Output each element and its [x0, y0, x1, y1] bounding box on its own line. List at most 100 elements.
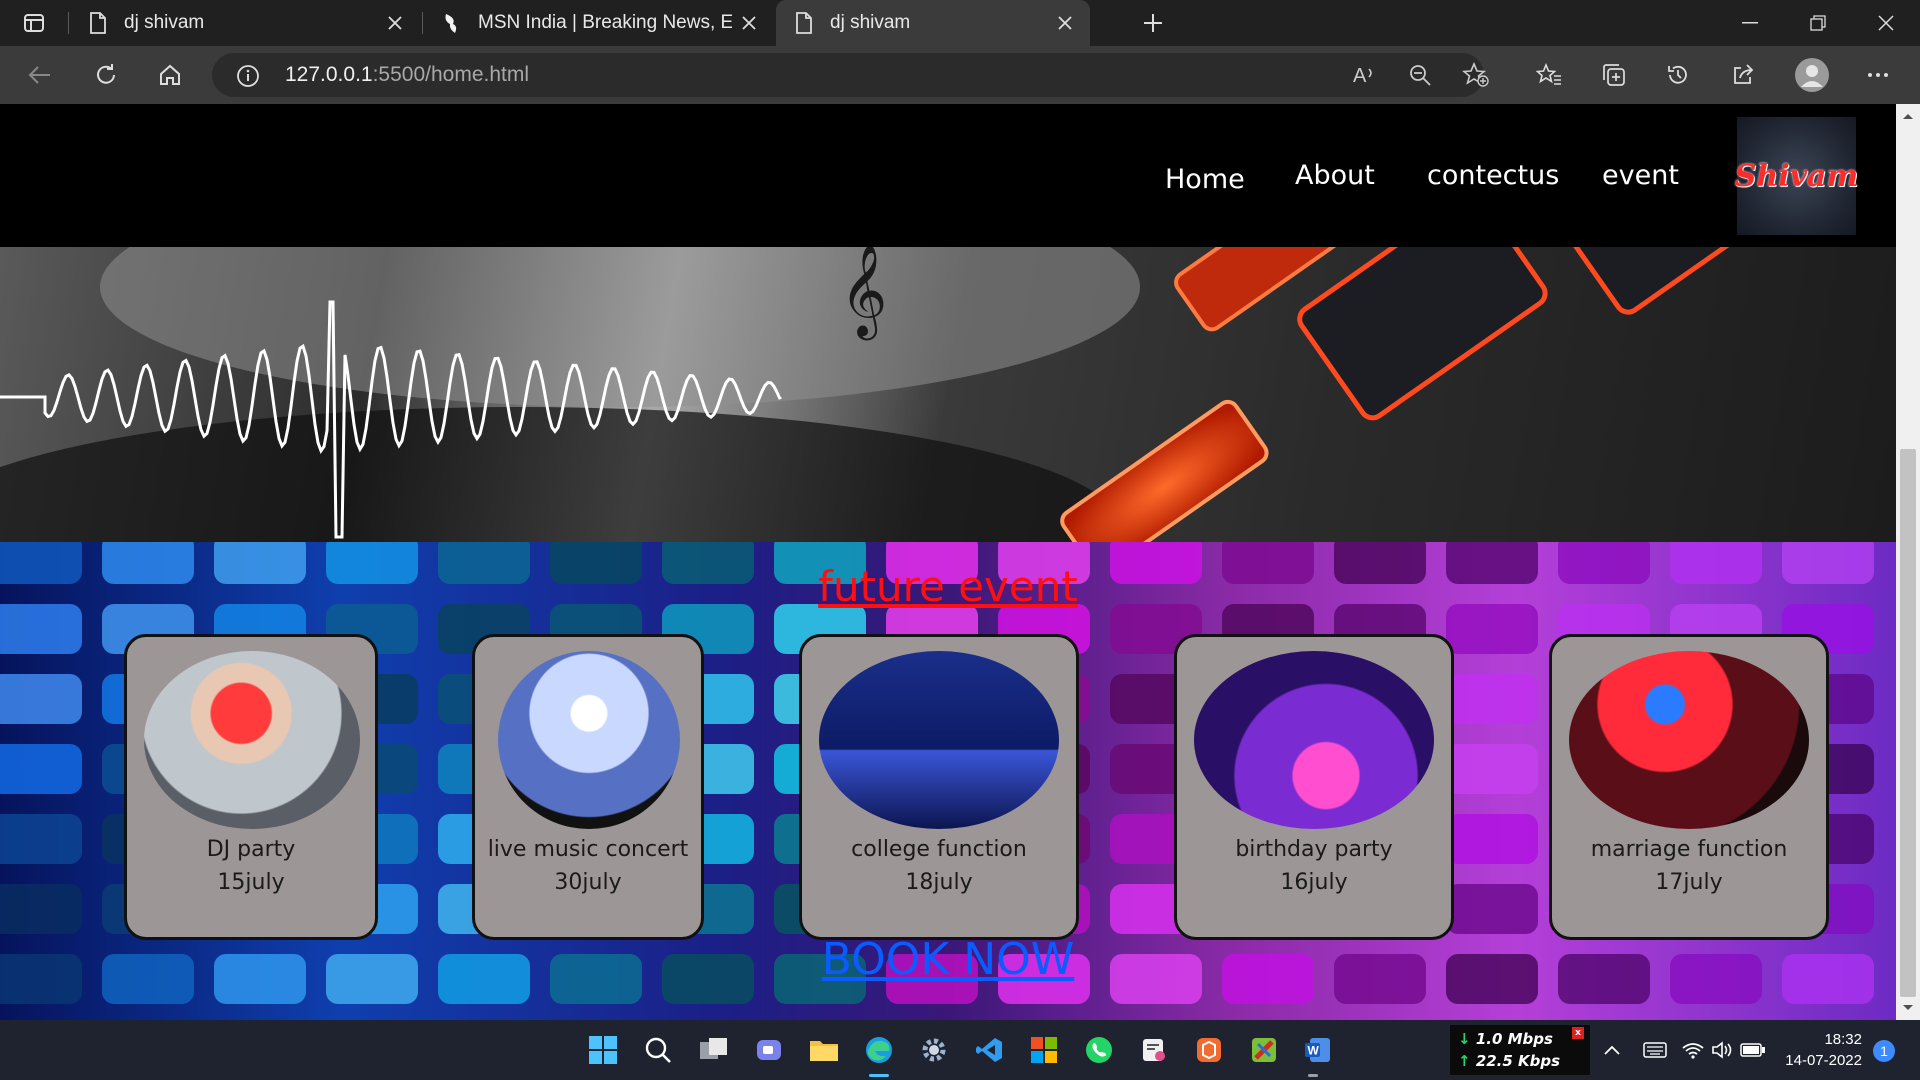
- page-icon: [792, 11, 816, 35]
- restore-icon[interactable]: [1784, 0, 1852, 46]
- dj-party-photo: [144, 651, 360, 829]
- site-navbar: Home About contectus event Shivam: [0, 104, 1896, 247]
- event-date: 30july: [554, 870, 622, 895]
- concert-photo: [498, 651, 680, 829]
- scroll-up-icon[interactable]: [1902, 112, 1914, 120]
- tab-title: MSN India | Breaking News, Ente: [478, 12, 732, 33]
- future-events-section: future event DJ party 15july live music …: [0, 542, 1896, 1020]
- refresh-icon[interactable]: [86, 55, 126, 95]
- edge-browser-icon[interactable]: [859, 1030, 899, 1070]
- network-speed-widget: ↓ 1.0 Mbps ↑ 22.5 Kbps x: [1450, 1025, 1590, 1075]
- tab-msn-india[interactable]: MSN India | Breaking News, Ente: [424, 0, 774, 46]
- settings-gear-icon[interactable]: [914, 1030, 954, 1070]
- page-scrollbar[interactable]: [1896, 104, 1920, 1020]
- add-favorite-icon[interactable]: [1461, 61, 1490, 92]
- start-icon[interactable]: [583, 1030, 623, 1070]
- close-icon[interactable]: [732, 6, 766, 40]
- equalizer-tile: [0, 814, 82, 864]
- equalizer-tile: [0, 674, 82, 724]
- microsoft-store-icon[interactable]: [1024, 1030, 1064, 1070]
- office-app-icon[interactable]: [1189, 1030, 1229, 1070]
- whatsapp-icon[interactable]: [1079, 1030, 1119, 1070]
- favorites-icon[interactable]: [1529, 55, 1569, 95]
- page-viewport: Home About contectus event Shivam 𝄞 futu…: [0, 104, 1896, 1020]
- logo-text: Shivam: [1734, 158, 1859, 194]
- svg-text:W: W: [1308, 1044, 1320, 1058]
- teams-chat-icon[interactable]: [749, 1030, 789, 1070]
- snipping-tool-icon[interactable]: [1134, 1030, 1174, 1070]
- back-icon[interactable]: [20, 55, 60, 95]
- msn-butterfly-icon: [440, 11, 464, 35]
- search-icon[interactable]: [638, 1030, 678, 1070]
- event-card-dj-party[interactable]: DJ party 15july: [124, 634, 378, 940]
- file-explorer-icon[interactable]: [804, 1030, 844, 1070]
- info-icon[interactable]: [236, 64, 260, 92]
- event-date: 16july: [1280, 870, 1348, 895]
- event-name: live music concert: [487, 837, 689, 862]
- nav-link-home[interactable]: Home: [1165, 164, 1245, 195]
- nav-link-event[interactable]: event: [1602, 160, 1679, 191]
- close-icon[interactable]: [1048, 6, 1082, 40]
- marriage-function-photo: [1569, 651, 1809, 829]
- zoom-out-icon[interactable]: [1408, 63, 1432, 91]
- battery-icon[interactable]: [1738, 1030, 1768, 1070]
- new-tab-button[interactable]: [1133, 3, 1173, 43]
- dj-controller-illustration: 𝄞: [0, 247, 1804, 542]
- equalizer-tile: [1446, 884, 1538, 934]
- event-card-birthday-party[interactable]: birthday party 16july: [1174, 634, 1454, 940]
- tab-actions-icon[interactable]: [14, 3, 54, 43]
- college-function-photo: [819, 651, 1059, 829]
- tab-title: dj shivam: [830, 12, 911, 33]
- birthday-party-photo: [1194, 651, 1434, 829]
- collections-icon[interactable]: [1594, 55, 1634, 95]
- close-widget-icon[interactable]: x: [1572, 1027, 1584, 1039]
- book-now-link[interactable]: BOOK NOW: [0, 934, 1896, 985]
- equalizer-tile: [0, 884, 82, 934]
- equalizer-tile: [0, 744, 82, 794]
- home-icon[interactable]: [150, 55, 190, 95]
- nav-link-contactus[interactable]: contectus: [1427, 160, 1559, 191]
- notification-badge[interactable]: 1: [1873, 1040, 1895, 1062]
- event-card-marriage-function[interactable]: marriage function 17july: [1549, 634, 1829, 940]
- site-logo[interactable]: Shivam: [1734, 117, 1859, 235]
- profile-avatar-icon[interactable]: [1792, 55, 1832, 95]
- hero-banner-image: 𝄞: [0, 247, 1896, 542]
- task-view-icon[interactable]: [694, 1030, 734, 1070]
- event-name: birthday party: [1235, 837, 1393, 862]
- paint-app-icon[interactable]: [1244, 1030, 1284, 1070]
- equalizer-tile: [0, 604, 82, 654]
- read-aloud-icon[interactable]: A: [1352, 63, 1378, 91]
- share-icon[interactable]: [1723, 55, 1763, 95]
- event-card-live-music-concert[interactable]: live music concert 30july: [472, 634, 704, 940]
- event-date: 17july: [1655, 870, 1723, 895]
- event-date: 15july: [217, 870, 285, 895]
- minimize-icon[interactable]: [1716, 0, 1784, 46]
- nav-link-about[interactable]: About: [1295, 160, 1375, 191]
- close-icon[interactable]: [378, 6, 412, 40]
- volume-icon[interactable]: [1708, 1030, 1738, 1070]
- tab-dj-shivam-1[interactable]: dj shivam: [70, 0, 420, 46]
- equalizer-tile: [1446, 814, 1538, 864]
- chevron-up-icon[interactable]: [1600, 1030, 1624, 1070]
- keyboard-icon[interactable]: [1640, 1030, 1670, 1070]
- event-name: DJ party: [206, 837, 296, 862]
- clock-date: 14-07-2022: [1785, 1052, 1862, 1069]
- wifi-icon[interactable]: [1678, 1030, 1708, 1070]
- scroll-down-icon[interactable]: [1902, 1004, 1914, 1012]
- tab-title: dj shivam: [124, 12, 205, 33]
- upload-speed: 22.5 Kbps: [1475, 1052, 1561, 1070]
- system-clock[interactable]: 18:32 14-07-2022: [1778, 1029, 1862, 1071]
- address-bar[interactable]: 127.0.0.1:5500/home.html A: [212, 53, 1489, 97]
- tab-dj-shivam-active[interactable]: dj shivam: [776, 0, 1090, 46]
- events-title[interactable]: future event: [0, 562, 1896, 611]
- svg-text:A: A: [1353, 65, 1367, 87]
- event-name: marriage function: [1590, 837, 1788, 862]
- history-icon[interactable]: [1658, 55, 1698, 95]
- close-window-icon[interactable]: [1852, 0, 1920, 46]
- scroll-thumb[interactable]: [1900, 449, 1916, 997]
- download-speed: 1.0 Mbps: [1475, 1030, 1553, 1048]
- word-icon[interactable]: W: [1298, 1030, 1338, 1070]
- more-menu-icon[interactable]: [1858, 55, 1898, 95]
- vscode-icon[interactable]: [969, 1030, 1009, 1070]
- event-card-college-function[interactable]: college function 18july: [799, 634, 1079, 940]
